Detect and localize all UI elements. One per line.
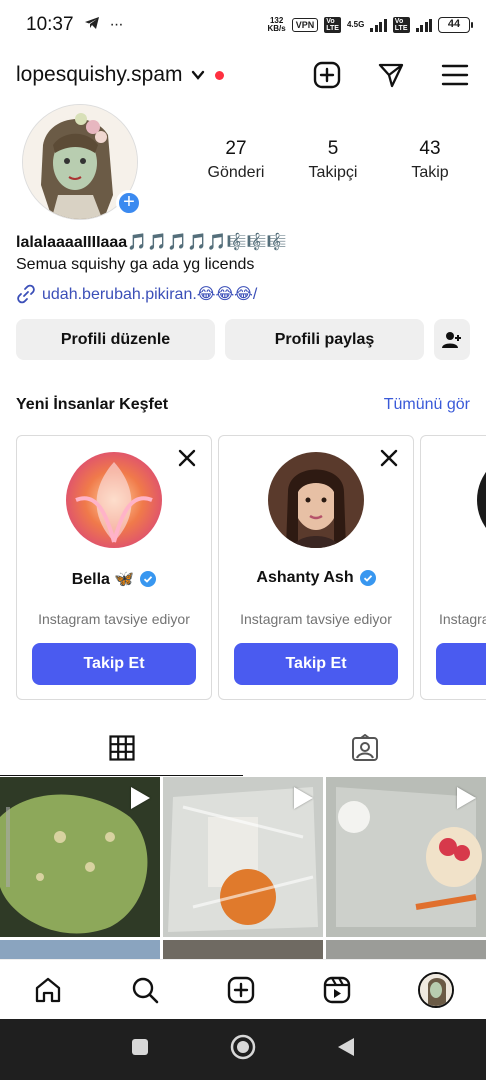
post-thumbnail[interactable]: [163, 940, 323, 959]
profile-avatar-nav[interactable]: [417, 971, 454, 1008]
follow-button[interactable]: Takip Et: [234, 643, 398, 685]
close-icon[interactable]: [379, 448, 399, 468]
create-icon[interactable]: [225, 974, 257, 1006]
post-thumbnail[interactable]: [0, 940, 160, 959]
reel-play-icon: [131, 787, 150, 809]
stat-followers-label: Takipçi: [308, 164, 358, 181]
bio-link[interactable]: udah.berubah.pikiran.😂😂😂/: [16, 284, 476, 304]
username[interactable]: lopesquishy.spam: [16, 63, 183, 87]
discover-title: Yeni İnsanlar Keşfet: [16, 396, 169, 413]
post-thumbnail[interactable]: [326, 777, 486, 937]
system-navigation-bar: [0, 1019, 486, 1080]
create-post-icon[interactable]: [312, 60, 342, 90]
notification-dot: [214, 70, 224, 80]
profile-tabs: [0, 720, 486, 776]
vpn-badge: VPN: [291, 18, 319, 32]
stat-followers[interactable]: 5 Takipçi: [293, 138, 373, 182]
discover-header: Yeni İnsanlar Keşfet Tümünü gör: [16, 396, 470, 414]
bio-name: lalalaaaaIIIIaaa🎵🎵🎵🎵🎵🎼🎼🎼: [16, 234, 287, 251]
avatar[interactable]: [477, 452, 486, 548]
avatar[interactable]: [66, 452, 162, 548]
stat-followers-value: 5: [327, 138, 339, 159]
suggestion-name[interactable]: Ashanty Ash: [219, 569, 413, 587]
stat-posts-label: Gönderi: [207, 164, 265, 181]
bottom-navigation: [0, 959, 486, 1019]
verified-badge-icon: [359, 570, 376, 586]
suggestion-card[interactable]: Ashanty Ash Instagram tavsiye ediyor Tak…: [218, 435, 414, 700]
share-profile-button[interactable]: Profili paylaş: [225, 319, 424, 360]
volte-badge: Vo LTE: [324, 17, 341, 33]
stat-following[interactable]: 43 Takip: [390, 138, 470, 182]
direct-message-icon[interactable]: [376, 60, 406, 90]
suggestion-name-text: Ashanty Ash: [256, 569, 354, 586]
bio: lalalaaaaIIIIaaa🎵🎵🎵🎵🎵🎼🎼🎼 Semua squishy g…: [16, 232, 476, 304]
stat-following-label: Takip: [411, 164, 449, 181]
reel-play-icon: [294, 787, 313, 809]
suggestion-name-text: Bella 🦋: [71, 571, 135, 588]
signal-icon-2: [415, 18, 432, 32]
stat-posts-value: 27: [225, 138, 247, 159]
add-person-icon: [442, 331, 461, 348]
network-type: 4.5G: [346, 20, 365, 29]
post-thumbnail[interactable]: [0, 777, 160, 937]
profile-avatar[interactable]: +: [22, 104, 142, 222]
suggestion-subtitle: Instagram tavsiye ediyor: [38, 611, 190, 627]
more-dots-icon: ···: [109, 16, 124, 33]
follow-button[interactable]: [436, 643, 486, 685]
status-time: 10:37: [26, 14, 74, 35]
bio-text: Semua squishy ga ada yg licends: [16, 256, 255, 273]
suggestion-subtitle: Instagram tavsiye ediyor: [240, 611, 392, 627]
profile-stats: 27 Gönderi 5 Takipçi 43 Takip: [196, 138, 470, 182]
volte-badge-2: Vo LTE: [392, 17, 410, 33]
stat-following-value: 43: [419, 138, 441, 159]
home-icon[interactable]: [32, 974, 64, 1006]
reels-icon[interactable]: [321, 974, 353, 1006]
add-story-icon[interactable]: +: [116, 190, 142, 216]
tagged-icon: [351, 734, 378, 761]
stat-posts[interactable]: 27 Gönderi: [196, 138, 276, 182]
telegram-icon: [84, 16, 100, 35]
suggestion-card-partial[interactable]: Instagra: [420, 435, 486, 700]
status-bar: 10:37 ··· 132 KB/s VPN Vo LTE 4.5G Vo LTE …: [0, 0, 486, 50]
back-icon[interactable]: [336, 1036, 356, 1063]
posts-grid: [0, 777, 486, 959]
suggestion-cards: Bella 🦋 Instagram tavsiye ediyor Takip E…: [16, 435, 486, 701]
grid-icon: [108, 735, 135, 761]
tab-tagged[interactable]: [243, 720, 486, 776]
follow-button[interactable]: Takip Et: [32, 643, 196, 685]
suggestion-subtitle: Instagra: [439, 611, 486, 627]
chevron-down-icon[interactable]: [191, 68, 205, 82]
search-icon[interactable]: [129, 974, 161, 1006]
network-speed: 132 KB/s: [267, 16, 286, 33]
post-thumbnail[interactable]: [326, 940, 486, 959]
discover-people-button[interactable]: [434, 319, 470, 360]
post-thumbnail[interactable]: [163, 777, 323, 937]
suggestion-name[interactable]: Bella 🦋: [17, 569, 211, 589]
home-button-icon[interactable]: [229, 1033, 257, 1066]
profile-header: lopesquishy.spam: [0, 52, 486, 98]
signal-icon: [370, 18, 387, 32]
verified-badge-icon: [140, 571, 157, 587]
close-icon[interactable]: [177, 448, 197, 468]
profile-actions: Profili düzenle Profili paylaş: [16, 319, 470, 360]
link-icon: [17, 284, 35, 304]
tab-posts-grid[interactable]: [0, 720, 243, 776]
edit-profile-button[interactable]: Profili düzenle: [16, 319, 215, 360]
suggestion-card[interactable]: Bella 🦋 Instagram tavsiye ediyor Takip E…: [16, 435, 212, 700]
recents-icon[interactable]: [130, 1037, 150, 1062]
battery-icon: 44: [438, 17, 473, 33]
bio-link-text[interactable]: udah.berubah.pikiran.😂😂😂/: [42, 284, 257, 304]
reel-play-icon: [457, 787, 476, 809]
menu-icon[interactable]: [440, 60, 470, 90]
avatar[interactable]: [268, 452, 364, 548]
see-all-link[interactable]: Tümünü gör: [384, 396, 470, 414]
